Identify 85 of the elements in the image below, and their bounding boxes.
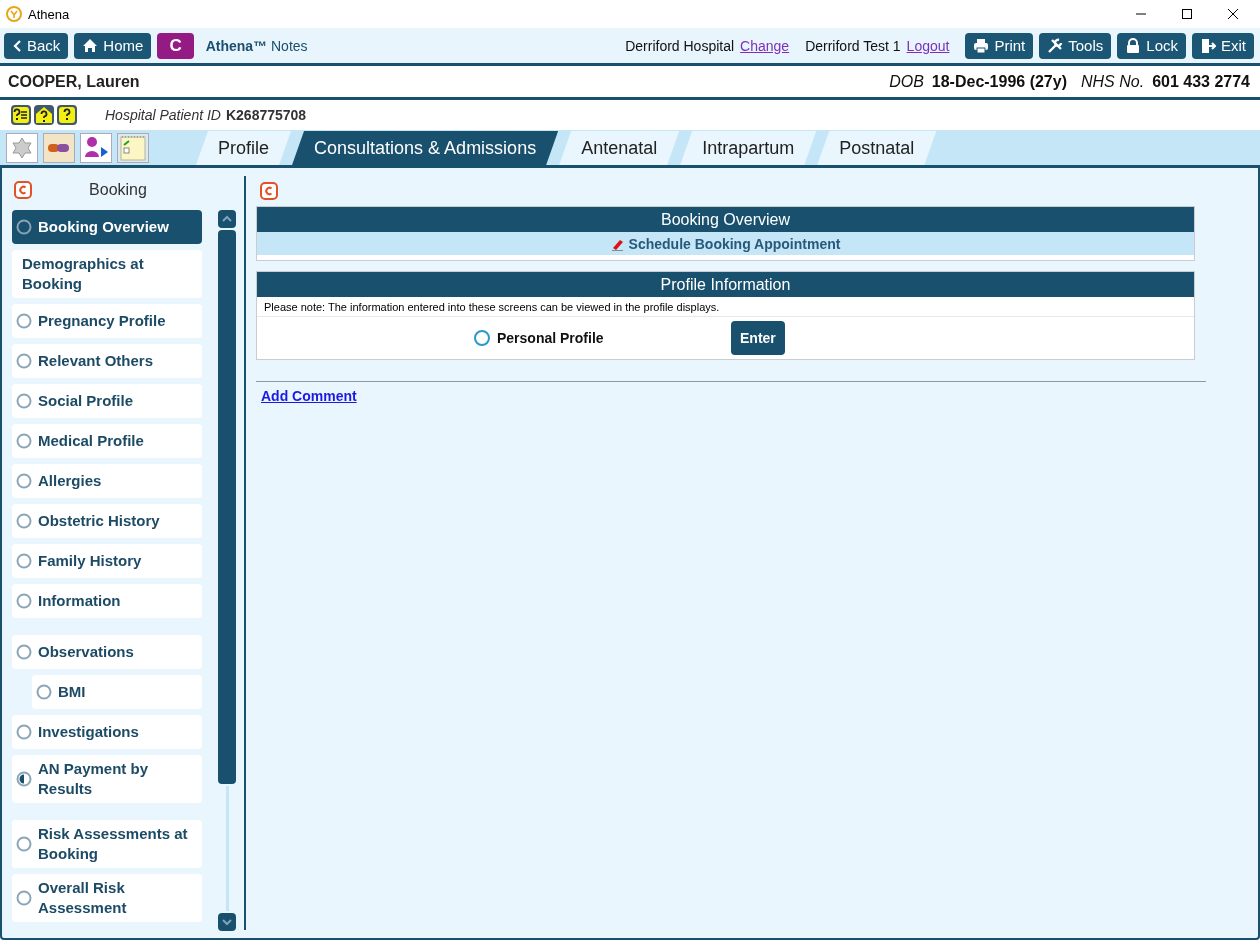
sidebar-item[interactable]: Family History (12, 544, 202, 578)
status-circle-icon (16, 553, 32, 569)
status-circle-icon (16, 473, 32, 489)
tools-button[interactable]: Tools (1039, 32, 1112, 59)
user-name: Derriford Test 1 (805, 37, 901, 54)
sidebar-item[interactable]: Booking Overview (12, 210, 202, 244)
nhs-label: NHS No. (1081, 72, 1145, 91)
tab[interactable]: Postnatal (817, 131, 937, 165)
help-icon[interactable] (57, 105, 77, 125)
panel-header: Booking Overview (257, 207, 1194, 232)
radio-button[interactable] (473, 329, 491, 347)
status-circle-icon (16, 644, 32, 660)
panel-header: Profile Information (257, 272, 1194, 297)
c-icon[interactable] (14, 181, 32, 199)
sidebar-item[interactable]: BMI (32, 675, 202, 709)
status-circle-icon (16, 313, 32, 329)
status-circle-icon (16, 593, 32, 609)
maximize-icon[interactable] (1182, 9, 1192, 19)
status-circle-icon (16, 836, 32, 852)
sidebar-item[interactable]: Risk Assessments at Booking (12, 820, 202, 868)
enter-button[interactable]: Enter (731, 321, 785, 355)
sidebar-item[interactable]: Information (12, 584, 202, 618)
star-badge-icon[interactable] (6, 132, 38, 163)
c-button[interactable]: C (157, 32, 194, 59)
hospital-id-label: Hospital Patient ID (105, 107, 221, 123)
half-circle-icon (16, 771, 32, 787)
status-circle-icon (36, 684, 52, 700)
app-logo-icon (6, 6, 22, 22)
dob-value: 18-Dec-1996 (27y) (931, 72, 1067, 91)
app-title: Athena™ Notes (205, 37, 308, 54)
sidebar-item[interactable]: Obstetric History (12, 504, 202, 538)
c-icon[interactable] (260, 182, 278, 200)
change-link[interactable]: Change (740, 37, 790, 54)
patient-name: COOPER, Lauren (8, 72, 140, 91)
sidebar-item[interactable]: Overall Risk Assessment (12, 874, 202, 922)
status-circle-icon (16, 393, 32, 409)
status-circle-icon (16, 353, 32, 369)
printer-icon (973, 37, 990, 54)
status-circle-icon (16, 219, 32, 235)
tab[interactable]: Consultations & Admissions (292, 131, 559, 165)
home-icon (82, 38, 99, 53)
status-circle-icon (16, 890, 32, 906)
sidebar-item[interactable]: Observations (12, 635, 202, 669)
status-circle-icon (16, 724, 32, 740)
status-circle-icon (16, 433, 32, 449)
tab[interactable]: Profile (196, 131, 292, 165)
print-button[interactable]: Print (965, 32, 1034, 59)
help-home-icon[interactable] (34, 105, 54, 125)
dob-label: DOB (889, 72, 924, 91)
scrollbar-thumb[interactable] (218, 230, 236, 784)
help-list-icon[interactable] (11, 105, 31, 125)
hospital-name: Derriford Hospital (625, 37, 735, 54)
sidebar-item[interactable]: Investigations (12, 715, 202, 749)
lock-button[interactable]: Lock (1117, 32, 1186, 59)
logout-link[interactable]: Logout (906, 37, 950, 54)
pill-icon[interactable] (43, 132, 75, 163)
nhs-value: 601 433 2774 (1152, 72, 1250, 91)
exit-button[interactable]: Exit (1192, 32, 1254, 59)
info-note: Please note: The information entered into these screens can be viewed in the profile displays. (257, 297, 1194, 317)
back-button[interactable]: Back (4, 32, 69, 59)
sidebar-item[interactable]: Pregnancy Profile (12, 304, 202, 338)
chevron-left-icon (12, 38, 22, 53)
sidebar-item[interactable]: Medical Profile (12, 424, 202, 458)
close-icon[interactable] (1228, 9, 1238, 19)
schedule-link[interactable]: Schedule Booking Appointment (610, 235, 841, 252)
sidebar-item[interactable]: AN Payment by Results (12, 755, 202, 803)
sidebar-item[interactable]: Demographics at Booking (12, 250, 202, 298)
sidebar-item[interactable]: Social Profile (12, 384, 202, 418)
sidebar-item[interactable]: Relevant Others (12, 344, 202, 378)
status-circle-icon (16, 513, 32, 529)
padlock-icon (1125, 37, 1142, 54)
tab[interactable]: Antenatal (559, 131, 680, 165)
window-title: Athena (28, 6, 70, 22)
scroll-down-button[interactable] (218, 913, 236, 931)
chevron-down-icon (220, 916, 234, 928)
hospital-id-value: K268775708 (225, 107, 307, 123)
exit-door-icon (1200, 37, 1216, 54)
sidebar-item[interactable]: Allergies (12, 464, 202, 498)
personal-profile-option[interactable]: Personal Profile (473, 329, 731, 347)
scroll-up-button[interactable] (218, 210, 236, 228)
add-comment-link[interactable]: Add Comment (261, 388, 357, 404)
tab[interactable]: Intrapartum (680, 131, 817, 165)
wrench-screwdriver-icon (1047, 37, 1064, 54)
home-button[interactable]: Home (74, 32, 152, 59)
sidebar-title: Booking (88, 181, 148, 199)
